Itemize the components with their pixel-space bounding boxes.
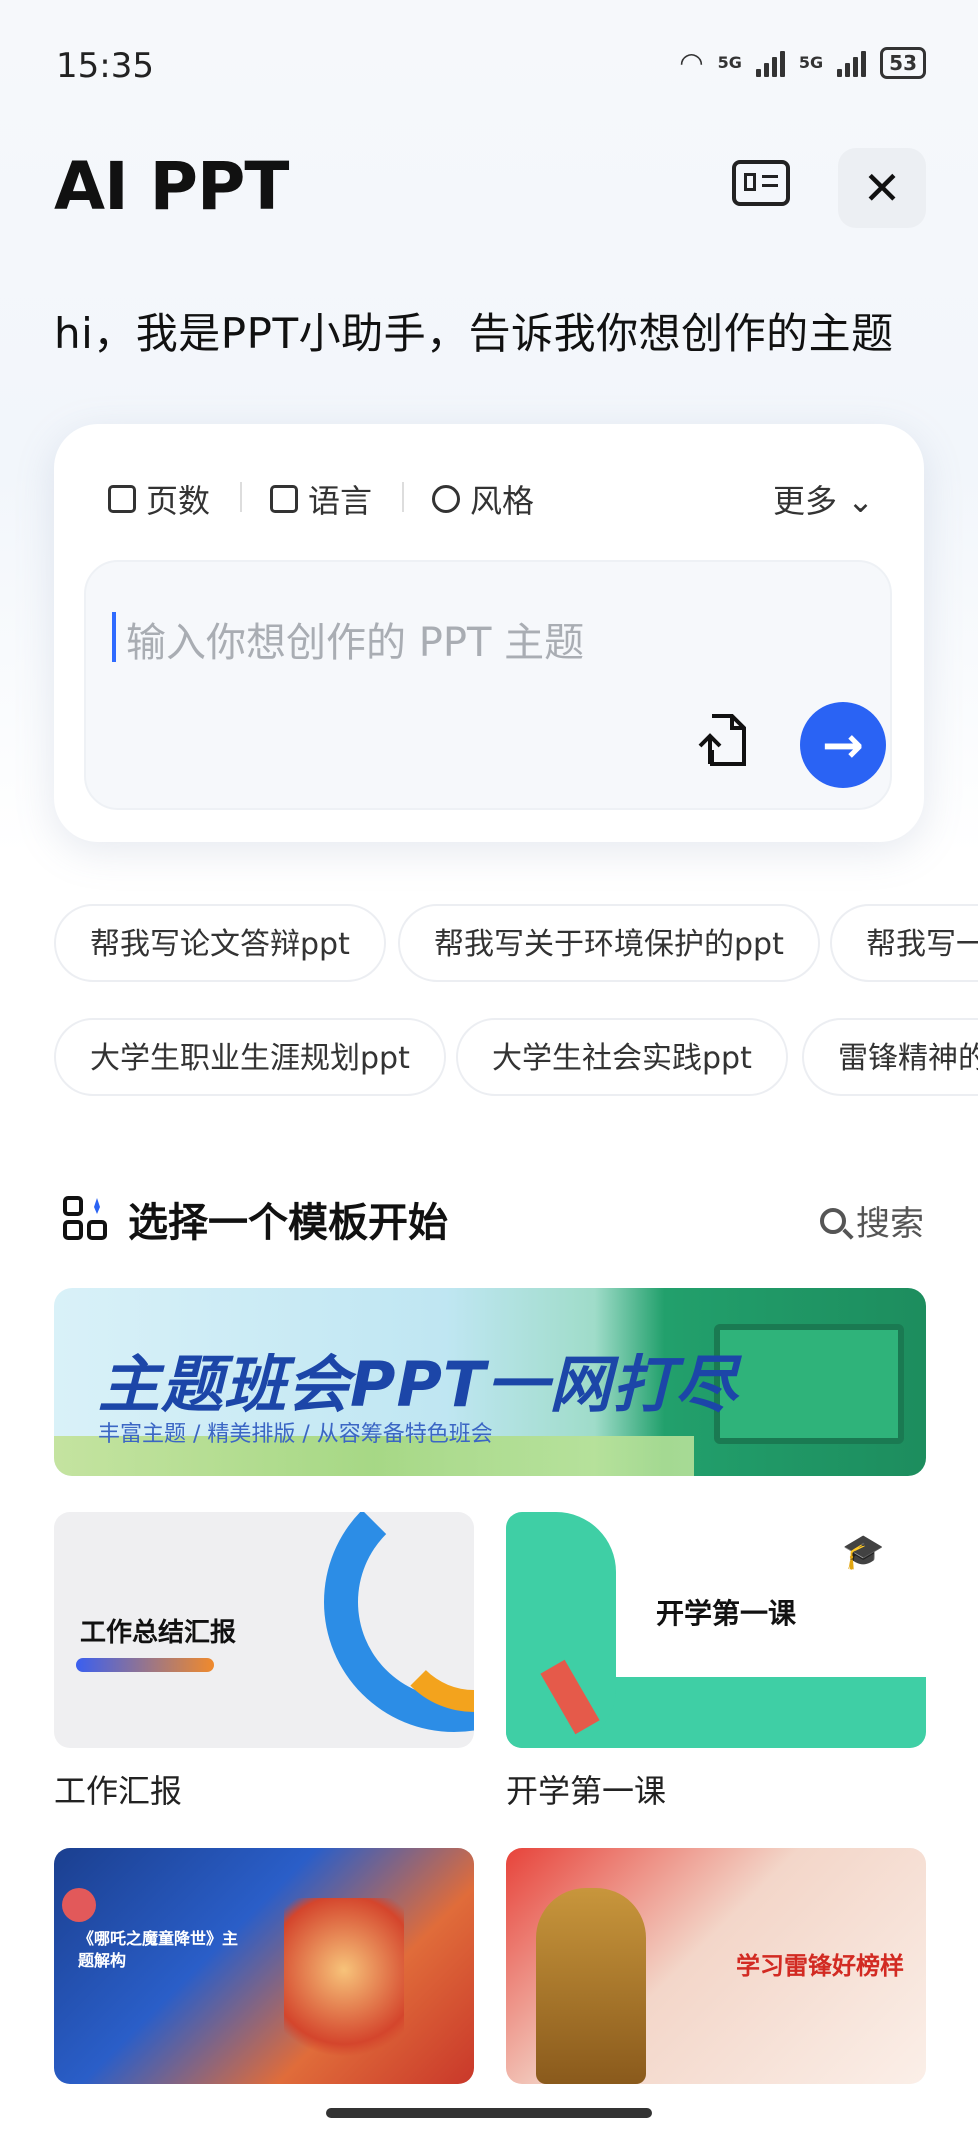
option-pages-label: 页数: [146, 482, 211, 520]
ppt-history-icon[interactable]: [732, 160, 790, 206]
pages-icon: [108, 485, 136, 513]
divider: [402, 482, 404, 512]
page-title: AI PPT: [54, 148, 289, 225]
search-icon: [820, 1207, 846, 1234]
thumb-title: 工作总结汇报: [80, 1618, 237, 1648]
template-label[interactable]: 开学第一课: [506, 1766, 666, 1812]
template-thumb-work-report[interactable]: 工作总结汇报: [54, 1512, 474, 1748]
network-label-2: 5G: [798, 53, 824, 72]
thumb-title: 学习雷锋好榜样: [736, 1952, 904, 1980]
thumb-title: 《哪吒之魔童降世》主题解构: [78, 1929, 239, 1970]
text-cursor: [112, 612, 116, 662]
suggestion-chip[interactable]: 大学生职业生涯规划ppt: [54, 1018, 446, 1096]
style-icon: [432, 485, 460, 513]
template-thumb-leifeng[interactable]: 学习雷锋好榜样: [506, 1848, 926, 2084]
template-search-button[interactable]: 搜索: [820, 1196, 924, 1245]
more-options-button[interactable]: 更多 ⌄: [773, 476, 874, 522]
upload-file-icon[interactable]: [696, 712, 748, 768]
thumb-bar: [76, 1658, 214, 1672]
sun-decoration: [62, 1888, 96, 1922]
greeting-text: hi，我是PPT小助手，告诉我你想创作的主题: [54, 309, 894, 358]
suggestion-chip[interactable]: 雷锋精神的: [802, 1018, 978, 1096]
option-language-label: 语言: [308, 482, 373, 520]
search-label: 搜索: [856, 1204, 924, 1244]
option-language[interactable]: 语言: [270, 476, 372, 522]
status-icons: ◠ 5G 5G 53: [679, 46, 926, 79]
send-button[interactable]: →: [800, 702, 886, 788]
thumb-title: 开学第一课: [656, 1597, 797, 1630]
wave-decoration: [506, 1512, 616, 1748]
theme-class-banner[interactable]: 主题班会PPT一网打尽 丰富主题 / 精美排版 / 从容筹备特色班会: [54, 1288, 926, 1476]
close-button[interactable]: ✕: [838, 148, 926, 228]
template-label[interactable]: 工作汇报: [54, 1766, 182, 1812]
wifi-icon: ◠: [679, 46, 704, 79]
prompt-card: 页数 语言 风格 更多 ⌄ 输入你想创作的 PPT 主题 →: [54, 424, 924, 842]
graduation-cap-icon: 🎓: [842, 1532, 885, 1572]
network-label-1: 5G: [717, 53, 742, 72]
banner-subtitle: 丰富主题 / 精美排版 / 从容筹备特色班会: [98, 1422, 493, 1447]
template-thumb-first-lesson[interactable]: 开学第一课 🎓: [506, 1512, 926, 1748]
banner-blackboard-decoration: [714, 1324, 904, 1444]
template-grid-icon: [63, 1196, 107, 1240]
suggestion-chip[interactable]: 帮我写一: [830, 904, 978, 982]
template-thumb-nezha[interactable]: 《哪吒之魔童降世》主题解构: [54, 1848, 474, 2084]
prompt-input-area[interactable]: 输入你想创作的 PPT 主题 →: [84, 560, 892, 810]
language-icon: [270, 485, 298, 513]
signal-icon: [755, 49, 785, 77]
suggestion-chip[interactable]: 大学生社会实践ppt: [456, 1018, 788, 1096]
status-time: 15:35: [56, 46, 154, 86]
divider: [240, 482, 242, 512]
statue-illustration: [536, 1888, 646, 2084]
suggestion-chip[interactable]: 帮我写关于环境保护的ppt: [398, 904, 820, 982]
option-pages[interactable]: 页数: [108, 476, 210, 522]
option-style[interactable]: 风格: [432, 476, 534, 522]
signal-icon-2: [837, 49, 867, 77]
option-style-label: 风格: [470, 482, 535, 520]
battery-icon: 53: [880, 46, 926, 79]
home-indicator[interactable]: [326, 2108, 652, 2118]
prompt-placeholder: 输入你想创作的 PPT 主题: [126, 620, 585, 666]
section-title: 选择一个模板开始: [128, 1200, 448, 1246]
banner-title: 主题班会PPT一网打尽: [98, 1348, 739, 1421]
character-illustration: [284, 1898, 404, 2078]
suggestion-chip[interactable]: 帮我写论文答辩ppt: [54, 904, 386, 982]
